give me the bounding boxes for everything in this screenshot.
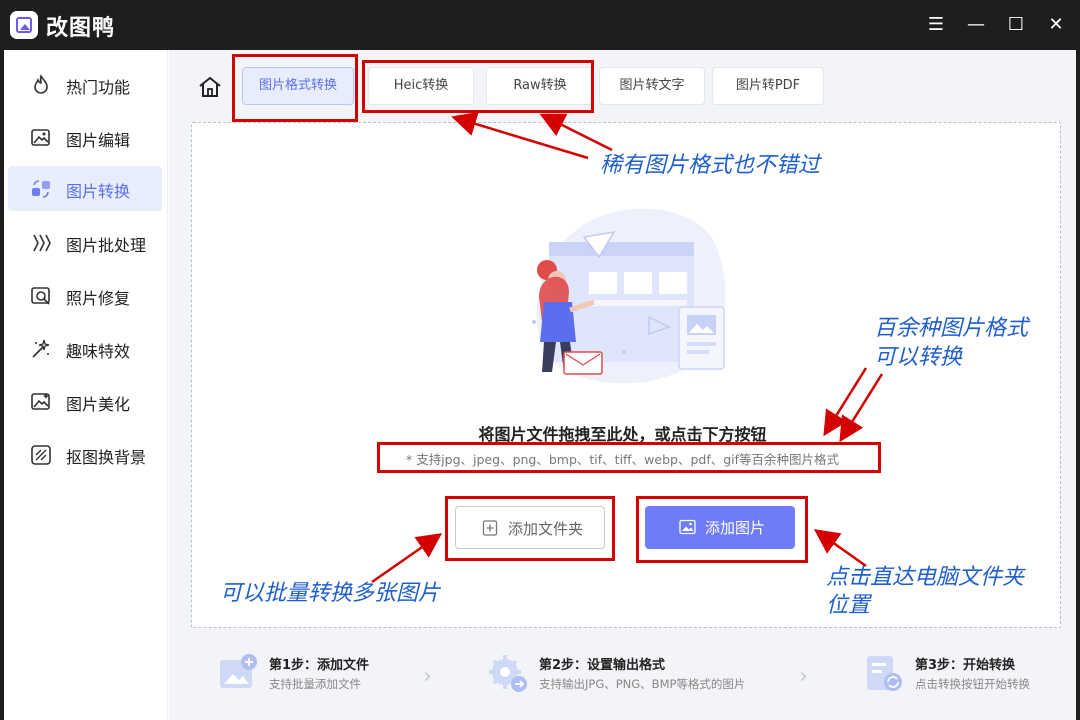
annotation-batch: 可以批量转换多张图片	[220, 581, 441, 606]
annotation-hundred-formats-line1: 百余种图片格式	[874, 316, 1029, 341]
annotation-direct-line1: 点击直达电脑文件夹	[826, 565, 1025, 590]
annotation-hundred-formats-line2: 可以转换	[874, 345, 963, 370]
annotation-direct-line2: 位置	[826, 593, 871, 618]
annotation-rare-formats: 稀有图片格式也不错过	[600, 153, 821, 178]
